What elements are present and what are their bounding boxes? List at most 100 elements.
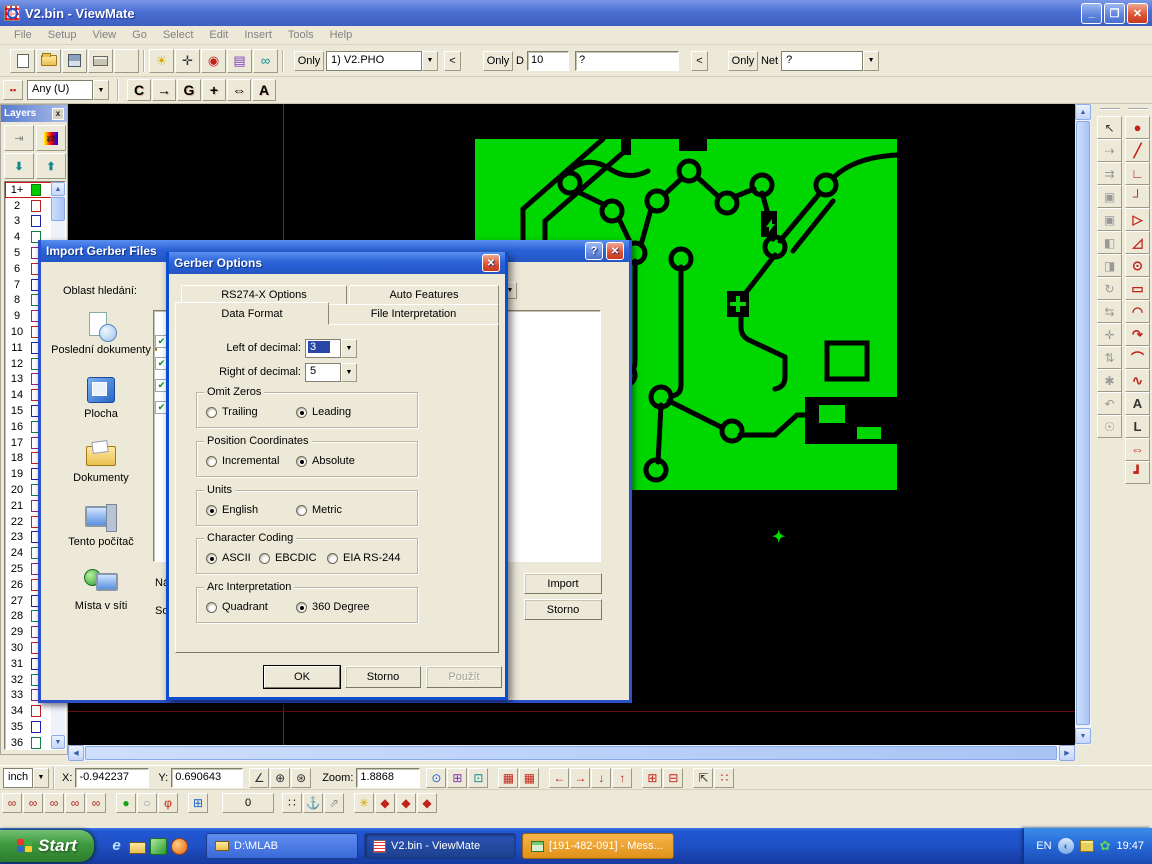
stretch-button[interactable]: ⇗ — [324, 793, 344, 813]
left-of-decimal-select[interactable]: 3 ▼ — [305, 339, 357, 358]
tray-collapse-icon[interactable]: ‹ — [1058, 838, 1074, 854]
layer-row[interactable]: 1+ — [5, 182, 53, 198]
internet-explorer-icon[interactable]: e — [108, 838, 125, 855]
storno-button[interactable]: Storno — [524, 599, 602, 620]
menu-item[interactable]: File — [6, 27, 40, 43]
pad-outline-mode-button[interactable]: ◆ — [396, 793, 416, 813]
save-file-button[interactable] — [62, 49, 87, 73]
open-file-button[interactable] — [36, 49, 61, 73]
dcode-input[interactable]: 10 — [527, 51, 569, 71]
tab-file-interpretation[interactable]: File Interpretation — [328, 304, 499, 324]
menu-item[interactable]: Edit — [201, 27, 236, 43]
place-recent-documents[interactable]: Poslední dokumenty — [49, 312, 153, 356]
highlight-state-button[interactable]: ● — [116, 793, 136, 813]
only-layer-button[interactable]: Only — [294, 51, 324, 71]
select-pointer-button[interactable]: ↖ — [1097, 116, 1122, 139]
import-button[interactable]: Import — [524, 573, 602, 594]
aperture-g-button[interactable]: G — [177, 79, 201, 101]
dot-grid-button[interactable]: ∷ — [282, 793, 302, 813]
aperture-h-button[interactable]: ⇔ — [227, 79, 251, 101]
aperture-a-button[interactable]: A — [252, 79, 276, 101]
close-icon[interactable]: x — [52, 108, 64, 120]
window-titlebar[interactable]: V2.bin - ViewMate _ ❐ ✕ — [0, 0, 1152, 26]
canvas-hscrollbar[interactable]: ◀ ▶ — [68, 745, 1075, 761]
scroll-up-icon[interactable]: ▲ — [51, 182, 65, 196]
fill-light-button[interactable]: ▣ — [1097, 208, 1122, 231]
draw-triangle-button[interactable]: ◿ — [1125, 231, 1150, 254]
quadrant-radio[interactable] — [206, 602, 217, 613]
origin-tool-button[interactable]: ⊕ — [270, 768, 290, 788]
view-flash-glasses-button[interactable]: ∞ — [2, 793, 22, 813]
canvas-vscrollbar[interactable]: ▲ ▼ — [1075, 104, 1091, 745]
chevron-down-icon[interactable]: ▼ — [341, 339, 357, 358]
undo-button[interactable]: ↶ — [1097, 392, 1122, 415]
draw-circle-button[interactable]: ⊙ — [1125, 254, 1150, 277]
layer-move-down-button[interactable]: ⬇ — [4, 153, 34, 179]
place-computer[interactable]: Tento počítač — [49, 504, 153, 548]
menu-item[interactable]: Select — [155, 27, 202, 43]
apply-button[interactable]: Použít — [426, 666, 502, 688]
layer-swatch[interactable] — [31, 215, 41, 227]
layer-film-button[interactable]: ⇄ — [36, 125, 66, 151]
tray-notes-icon[interactable] — [1080, 840, 1094, 852]
context-help-button[interactable] — [114, 49, 139, 73]
draw-arc-up-button[interactable]: ◠ — [1125, 300, 1150, 323]
print-button[interactable] — [88, 49, 113, 73]
layer-row[interactable]: 3 — [5, 214, 53, 230]
close-icon[interactable]: ✕ — [1127, 3, 1148, 24]
language-indicator[interactable]: EN — [1036, 840, 1051, 852]
step-repeat-button[interactable]: ⇉ — [1097, 162, 1122, 185]
ebcdic-radio[interactable] — [259, 553, 270, 564]
pan-up-button[interactable]: ↑ — [612, 768, 632, 788]
vscroll-thumb[interactable] — [1076, 121, 1090, 725]
rotate-button[interactable]: ↻ — [1097, 277, 1122, 300]
pad-mixed-mode-button[interactable]: ◆ — [417, 793, 437, 813]
mirror-x-button[interactable]: ◧ — [1097, 231, 1122, 254]
lamp-off-button[interactable]: ○ — [137, 793, 157, 813]
chevron-down-icon[interactable]: ▼ — [341, 363, 357, 382]
hscroll-thumb[interactable] — [85, 746, 1057, 760]
help-icon[interactable]: ? — [585, 242, 603, 260]
scroll-right-icon[interactable]: ▶ — [1059, 745, 1075, 761]
layer-swatch[interactable] — [31, 705, 41, 717]
prev-dcode-button[interactable]: < — [691, 51, 708, 71]
net-select[interactable]: ? ▼ — [781, 51, 879, 71]
dcode-film-button[interactable]: ◉ — [201, 49, 226, 73]
view-trace-glasses-button[interactable]: ∞ — [65, 793, 85, 813]
unit-select[interactable]: inch ▼ — [3, 768, 49, 788]
layer-select[interactable]: 1) V2.PHO ▼ — [326, 51, 438, 71]
draw-wave-button[interactable]: ∿ — [1125, 369, 1150, 392]
menu-item[interactable]: View — [84, 27, 124, 43]
tab-data-format[interactable]: Data Format — [175, 302, 329, 325]
close-icon[interactable]: ✕ — [482, 254, 500, 272]
pad-flash-mode-button[interactable]: ✳ — [354, 793, 374, 813]
move-item-button[interactable]: ⇢ — [1097, 139, 1122, 162]
start-button[interactable]: Start — [0, 830, 94, 862]
tray-messenger-icon[interactable]: ✿ — [1100, 838, 1111, 854]
metric-radio[interactable] — [296, 505, 307, 516]
layer-insert-button[interactable]: ⇥ — [4, 125, 34, 151]
draw-angle-button[interactable]: ▷ — [1125, 208, 1150, 231]
layer-move-up-button[interactable]: ⬆ — [36, 153, 66, 179]
measure-film-button[interactable]: ✛ — [175, 49, 200, 73]
anchor-button[interactable]: ⚓ — [303, 793, 323, 813]
grid-add-button[interactable]: ⊞ — [642, 768, 662, 788]
grid-display-button[interactable]: ▦ — [519, 768, 539, 788]
pan-right-button[interactable]: → — [570, 768, 590, 788]
view-pad-glasses-button[interactable]: ∞ — [44, 793, 64, 813]
draw-rect-button[interactable]: ▭ — [1125, 277, 1150, 300]
select-window-button[interactable]: ⇱ — [693, 768, 713, 788]
flash-highlight-button[interactable]: ☀ — [149, 49, 174, 73]
place-network[interactable]: Místa v síti — [49, 568, 153, 612]
lamp-probe-button[interactable]: φ — [158, 793, 178, 813]
draw-label-button[interactable]: L — [1125, 415, 1150, 438]
quicklaunch-book-icon[interactable] — [150, 838, 167, 855]
chevron-down-icon[interactable]: ▼ — [863, 51, 879, 71]
layer-row[interactable]: 35 — [5, 719, 53, 735]
settings-gear-button[interactable]: ✱ — [1097, 369, 1122, 392]
draw-line-button[interactable]: ╱ — [1125, 139, 1150, 162]
zoom-grid-button[interactable]: ⊞ — [447, 768, 467, 788]
dcode-query-input[interactable]: ? — [575, 51, 679, 71]
minimize-icon[interactable]: _ — [1081, 3, 1102, 24]
eia-rs244-radio[interactable] — [327, 553, 338, 564]
